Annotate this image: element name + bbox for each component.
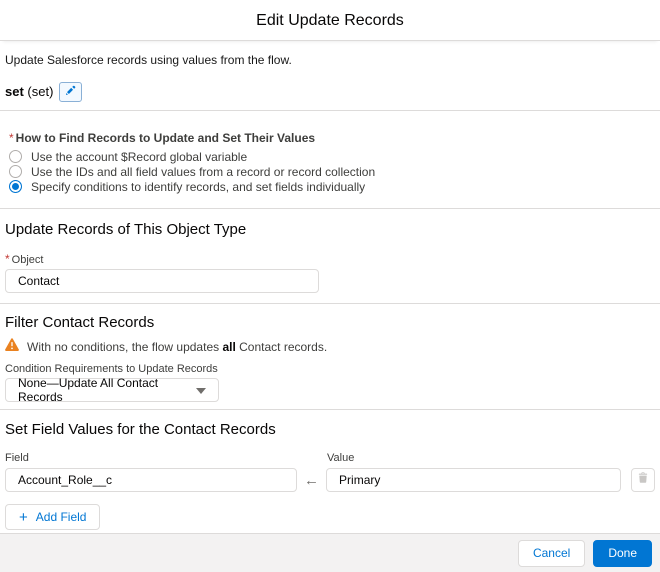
filter-records-section: Filter Contact Records With no condition… [0,304,660,409]
radio-button[interactable] [9,165,22,178]
filter-section-heading: Filter Contact Records [5,314,155,331]
edit-name-button[interactable] [59,81,83,102]
set-field-values-section: Set Field Values for the Contact Records… [0,410,660,530]
radio-button[interactable] [9,150,22,163]
value-column-label: Value [327,452,355,464]
condition-requirements-dropdown[interactable]: None—Update All Contact Records [5,376,219,404]
api-name-row: set (set) [5,81,655,102]
field-input[interactable] [5,468,298,492]
edit-update-records-modal: Edit Update Records Update Salesforce re… [0,0,660,572]
add-field-button[interactable]: + Add Field [5,504,101,530]
field-column-label: Field [5,452,29,464]
modal-header: Edit Update Records [0,0,660,41]
required-asterisk: * [9,131,14,145]
page-title: Edit Update Records [256,12,404,29]
trash-icon [637,471,649,489]
chevron-down-icon [196,381,206,399]
modal-description: Update Salesforce records using values f… [5,53,292,67]
plus-icon: + [19,508,28,526]
delete-row-button[interactable] [631,468,655,492]
flow-element-name: set (set) [5,84,53,99]
warning-text: With no conditions, the flow updates all… [27,340,327,354]
set-values-heading: Set Field Values for the Contact Records [5,421,276,438]
radio-option-ids-field-values[interactable]: Use the IDs and all field values from a … [9,164,655,179]
warning-text-pre: With no conditions, the flow updates [27,339,223,354]
required-asterisk: * [5,252,10,266]
find-records-section: * How to Find Records to Update and Set T… [0,111,660,208]
field-value-labels-row: Field Value [5,452,655,465]
radio-option-label: Specify conditions to identify records, … [31,179,366,194]
warning-text-post: Contact records. [235,339,328,354]
modal-footer: Cancel Done [0,533,660,572]
left-arrow-icon: ← [304,471,320,489]
find-records-label-text: How to Find Records to Update and Set Th… [15,131,316,145]
object-type-section: Update Records of This Object Type * Obje… [0,209,660,303]
object-label-text: Object [11,254,44,266]
radio-list: Use the account $Record global variable … [9,149,655,194]
add-field-label: Add Field [35,510,87,524]
dropdown-selected-value: None—Update All Contact Records [18,376,159,404]
radio-option-label: Use the IDs and all field values from a … [31,164,376,179]
radio-option-label: Use the account $Record global variable [31,149,248,164]
cancel-button[interactable]: Cancel [517,539,586,567]
flow-element-name-bold: set [5,84,24,99]
intro-section: Update Salesforce records using values f… [0,41,660,110]
object-field-label: * Object [5,253,655,267]
done-button[interactable]: Done [593,539,652,567]
radio-option-global-variable[interactable]: Use the account $Record global variable [9,149,655,164]
find-records-label: * How to Find Records to Update and Set T… [9,131,655,145]
condition-requirements-label: Condition Requirements to Update Records [5,363,218,375]
value-input[interactable] [326,468,622,492]
warning-message: With no conditions, the flow updates all… [5,337,655,356]
radio-option-specify-conditions[interactable]: Specify conditions to identify records, … [9,179,655,194]
object-input[interactable] [5,269,319,293]
warning-text-bold: all [222,339,236,354]
pencil-icon [65,83,76,101]
radio-button-selected[interactable] [9,180,22,193]
warning-icon [5,337,19,356]
object-section-heading: Update Records of This Object Type [5,221,247,238]
field-value-row: ← [5,468,655,492]
flow-element-api-name: (set) [23,84,54,99]
